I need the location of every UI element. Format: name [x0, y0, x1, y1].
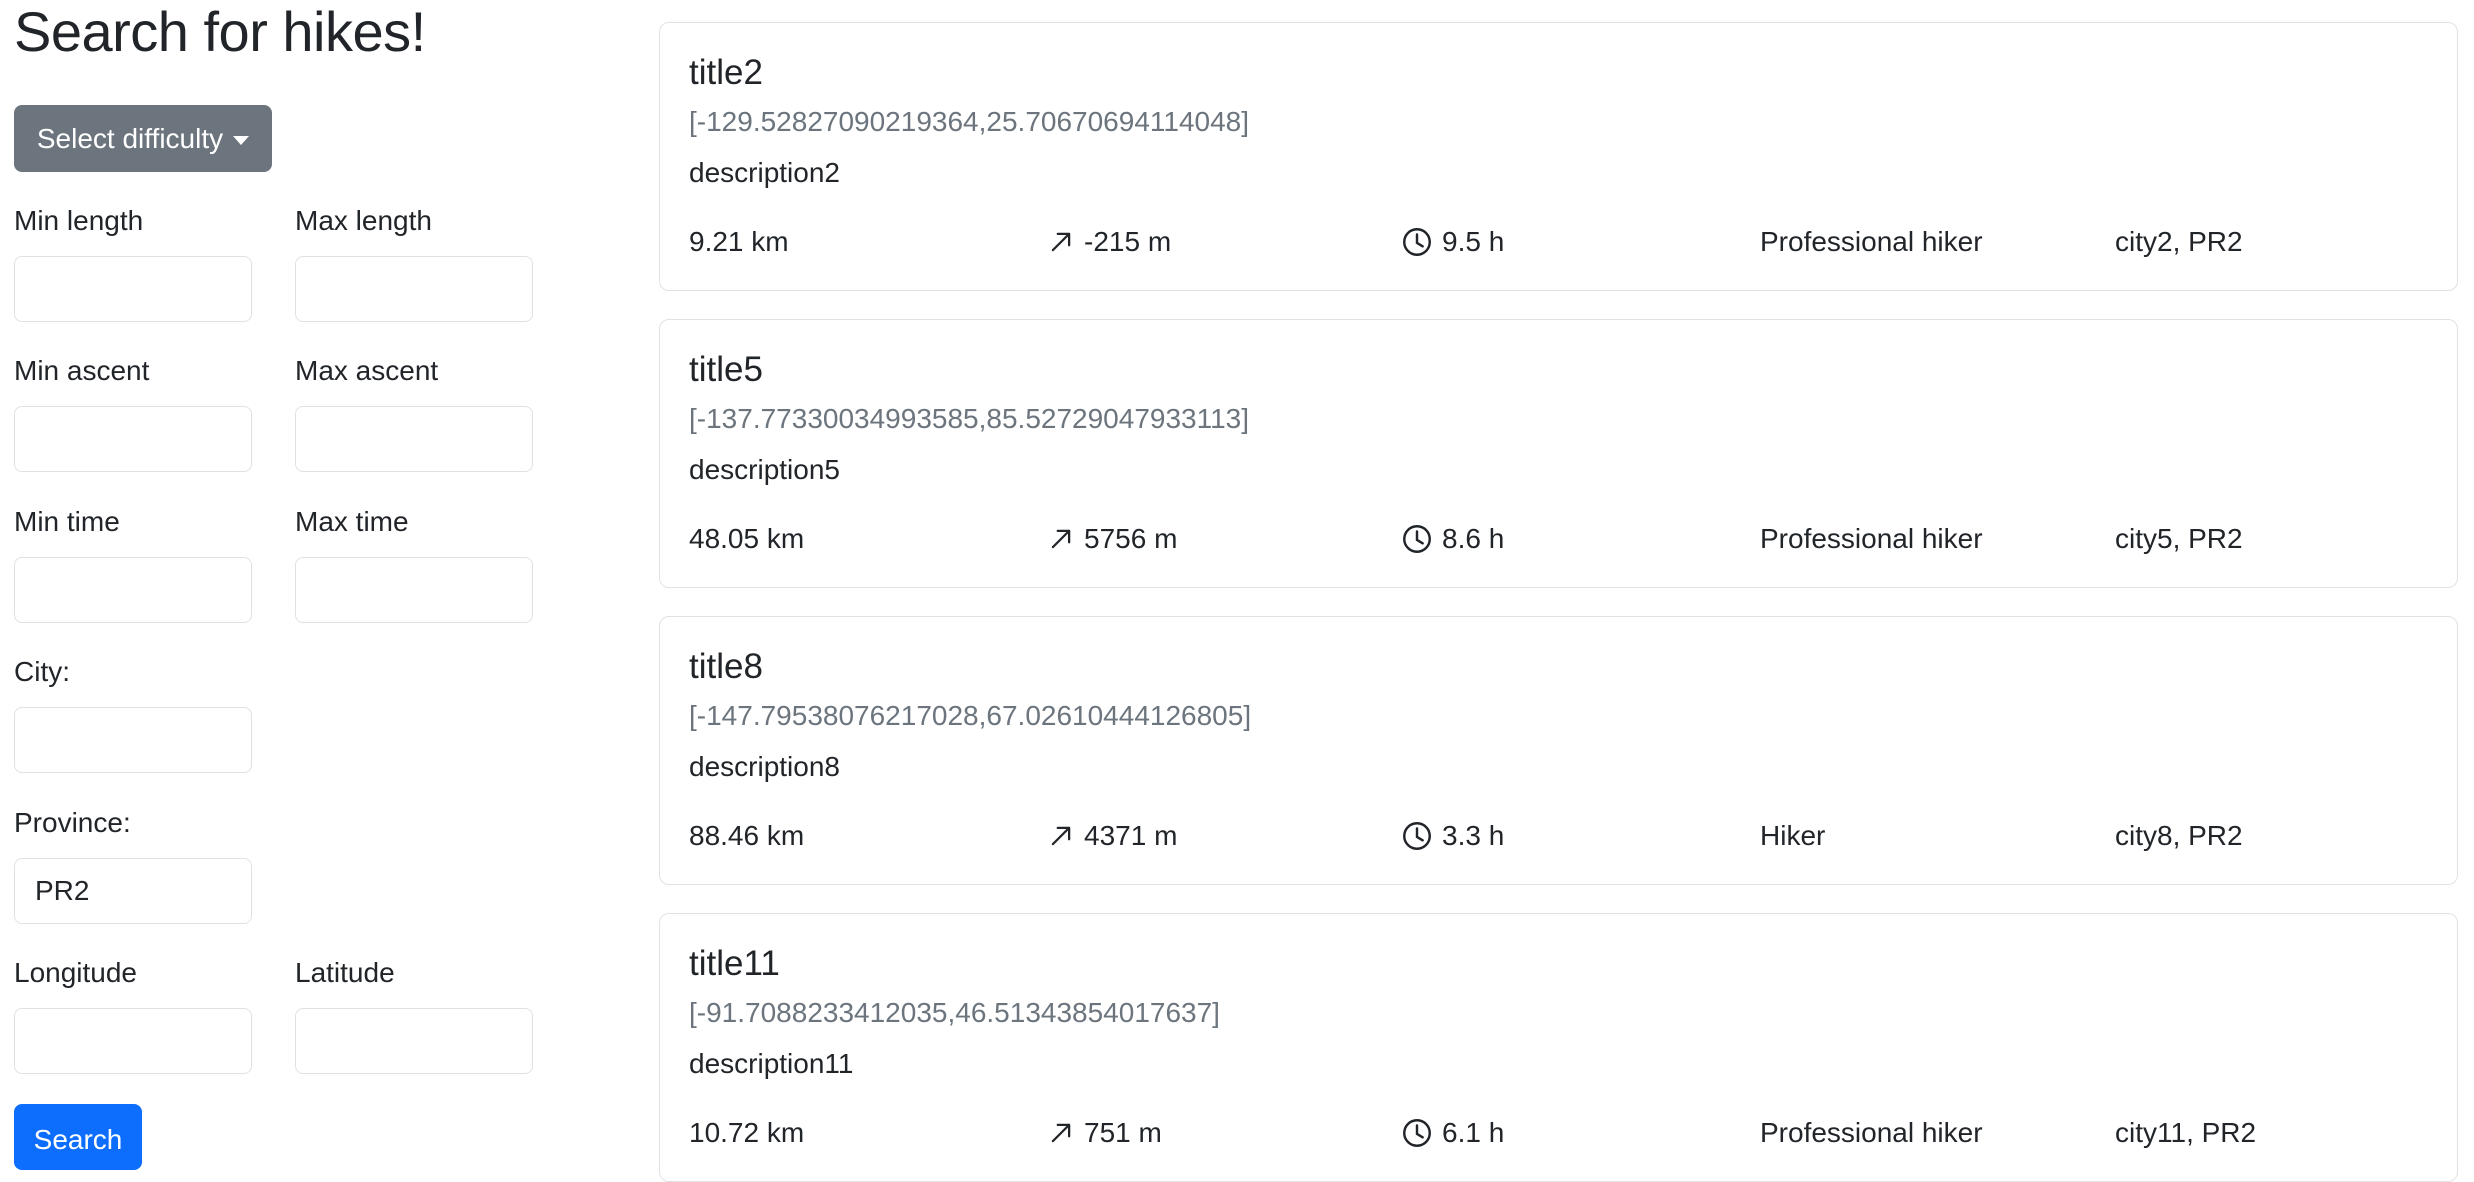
max-time-group: Max time: [295, 505, 533, 623]
hike-description: description5: [689, 454, 840, 485]
latitude-input[interactable]: [295, 1008, 533, 1074]
min-time-group: Min time: [14, 505, 252, 623]
hike-title: title2: [689, 53, 763, 92]
max-time-input[interactable]: [295, 557, 533, 623]
hike-difficulty: Professional hiker: [1760, 226, 1983, 257]
hike-ascent: 4371 m: [1048, 819, 1177, 853]
hike-title: title8: [689, 647, 763, 686]
max-length-group: Max length: [295, 204, 533, 322]
max-time-label: Max time: [295, 506, 409, 537]
hike-length-value: 9.21 km: [689, 226, 789, 257]
hike-time: 9.5 h: [1402, 225, 1504, 259]
hike-location: city2, PR2: [2115, 226, 2243, 257]
city-group: City:: [14, 655, 252, 773]
hike-ascent: 5756 m: [1048, 522, 1177, 556]
hike-coordinates: [-129.52827090219364,25.70670694114048]: [689, 106, 1250, 137]
hike-card[interactable]: title8 [-147.79538076217028,67.026104441…: [659, 616, 2458, 885]
min-length-label: Min length: [14, 205, 144, 236]
hike-time-value: 8.6 h: [1442, 523, 1505, 554]
hike-length-value: 88.46 km: [689, 820, 805, 851]
latitude-label: Latitude: [295, 957, 395, 988]
page-title: Search for hikes!: [14, 0, 426, 63]
clock-icon: [1403, 228, 1431, 256]
hike-time: 3.3 h: [1402, 819, 1504, 853]
hike-coordinates: [-147.79538076217028,67.02610444126805]: [689, 700, 1252, 731]
hike-difficulty: Hiker: [1760, 820, 1826, 851]
min-time-input[interactable]: [14, 557, 252, 623]
city-input[interactable]: [14, 707, 252, 773]
hike-description: description8: [689, 751, 840, 782]
hike-coordinates: [-91.7088233412035,46.51343854017637]: [689, 997, 1220, 1028]
clock-icon: [1403, 1119, 1431, 1147]
max-ascent-label: Max ascent: [295, 355, 439, 386]
hike-card[interactable]: title5 [-137.77330034993585,85.527290479…: [659, 319, 2458, 588]
hike-difficulty: Professional hiker: [1760, 523, 1983, 554]
hike-time-value: 3.3 h: [1442, 820, 1505, 851]
hike-length: 10.72 km: [689, 1116, 804, 1150]
hike-coordinates: [-137.77330034993585,85.52729047933113]: [689, 403, 1250, 434]
hike-ascent-value: 4371 m: [1084, 820, 1178, 851]
hike-length: 48.05 km: [689, 522, 804, 556]
hike-description: description2: [689, 157, 840, 188]
hike-card[interactable]: title2 [-129.52827090219364,25.706706941…: [659, 22, 2458, 291]
longitude-input[interactable]: [14, 1008, 252, 1074]
hike-length: 9.21 km: [689, 225, 789, 259]
max-length-input[interactable]: [295, 256, 533, 322]
hike-ascent: 751 m: [1048, 1116, 1162, 1150]
search-button[interactable]: Search: [14, 1104, 142, 1170]
hike-time-value: 9.5 h: [1442, 226, 1505, 257]
longitude-group: Longitude: [14, 956, 252, 1074]
max-ascent-group: Max ascent: [295, 354, 533, 472]
min-length-group: Min length: [14, 204, 252, 322]
caret-down-icon: [233, 135, 250, 145]
province-label: Province:: [14, 807, 131, 838]
hike-time-value: 6.1 h: [1442, 1117, 1505, 1148]
hike-length-value: 10.72 km: [689, 1117, 805, 1148]
min-length-input[interactable]: [14, 256, 252, 322]
hike-description: description11: [689, 1048, 854, 1079]
hike-difficulty: Professional hiker: [1760, 1117, 1983, 1148]
hike-length: 88.46 km: [689, 819, 804, 853]
min-ascent-label: Min ascent: [14, 355, 150, 386]
hike-ascent-value: 5756 m: [1084, 523, 1178, 554]
longitude-label: Longitude: [14, 957, 138, 988]
clock-icon: [1403, 525, 1431, 553]
clock-icon: [1403, 822, 1431, 850]
hike-title: title11: [689, 944, 780, 983]
latitude-group: Latitude: [295, 956, 533, 1074]
min-ascent-input[interactable]: [14, 406, 252, 472]
arrow-up-right-icon: [1051, 1123, 1071, 1143]
min-ascent-group: Min ascent: [14, 354, 252, 472]
hike-time: 8.6 h: [1402, 522, 1504, 556]
hike-ascent: -215 m: [1048, 225, 1171, 259]
city-label: City:: [14, 656, 70, 687]
max-ascent-input[interactable]: [295, 406, 533, 472]
hike-length-value: 48.05 km: [689, 523, 805, 554]
arrow-up-right-icon: [1051, 529, 1071, 549]
arrow-up-right-icon: [1051, 826, 1071, 846]
hike-ascent-value: -215 m: [1084, 226, 1172, 257]
hike-card[interactable]: title11 [-91.7088233412035,46.5134385401…: [659, 913, 2458, 1182]
min-time-label: Min time: [14, 506, 120, 537]
arrow-up-right-icon: [1051, 232, 1071, 252]
province-input[interactable]: [14, 858, 252, 924]
hike-time: 6.1 h: [1402, 1116, 1504, 1150]
province-group: Province:: [14, 806, 252, 924]
hike-location: city11, PR2: [2115, 1117, 2257, 1148]
hike-location: city8, PR2: [2115, 820, 2243, 851]
select-difficulty-dropdown[interactable]: Select difficulty: [14, 105, 272, 172]
max-length-label: Max length: [295, 205, 432, 236]
hike-location: city5, PR2: [2115, 523, 2243, 554]
hike-ascent-value: 751 m: [1084, 1117, 1162, 1148]
select-difficulty-label: Select difficulty: [36, 122, 224, 154]
hike-title: title5: [689, 350, 763, 389]
